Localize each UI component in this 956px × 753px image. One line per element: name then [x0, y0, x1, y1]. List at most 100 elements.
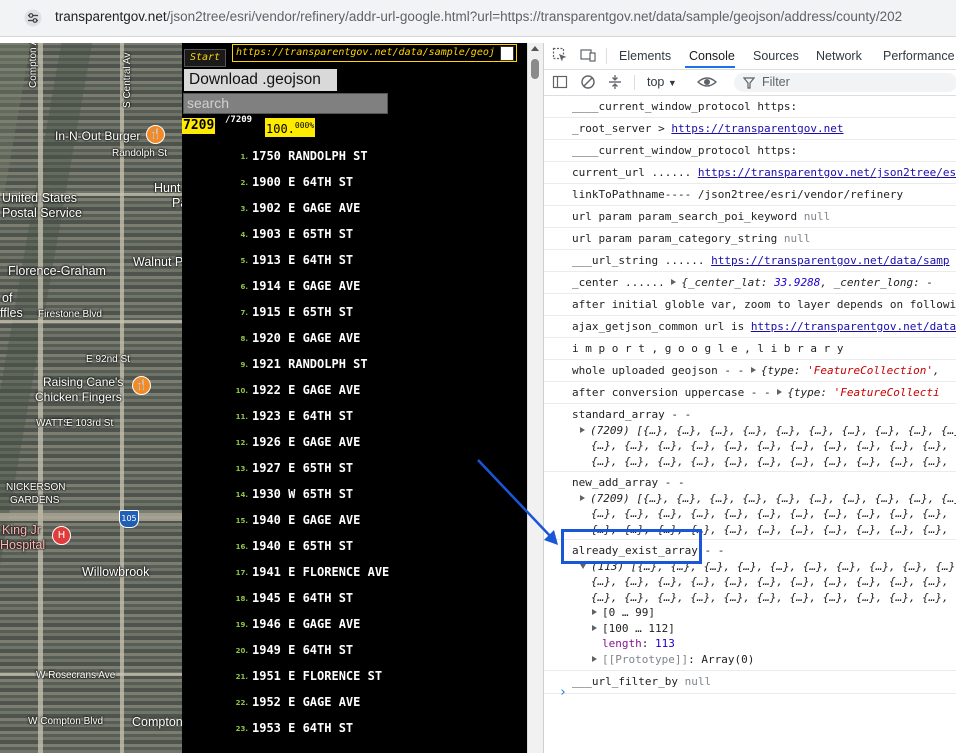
list-item[interactable]: 7. 1915 E 65TH ST	[182, 303, 527, 329]
list-item-address[interactable]: 1922 E GAGE AVE	[252, 383, 360, 397]
map-label: Hunt	[154, 181, 181, 195]
console-null: null	[803, 210, 831, 223]
list-item-address[interactable]: 1927 E 65TH ST	[252, 461, 353, 475]
expand-arrow-icon[interactable]	[592, 624, 597, 631]
scroll-up-icon[interactable]	[531, 46, 539, 51]
list-item-address[interactable]: 1945 E 64TH ST	[252, 591, 353, 605]
search-input[interactable]: search	[183, 93, 388, 114]
list-item-address[interactable]: 1915 E 65TH ST	[252, 305, 353, 319]
console-text: whole uploaded geojson - -	[572, 364, 751, 377]
tab-console[interactable]: Console	[689, 49, 735, 63]
hospital-pin-icon[interactable]: H	[52, 526, 71, 545]
list-item-address[interactable]: 1940 E 65TH ST	[252, 539, 353, 553]
list-item-address[interactable]: 1913 E 64TH ST	[252, 253, 353, 267]
page-scrollbar[interactable]	[527, 43, 543, 753]
download-geojson-button[interactable]: Download .geojson	[184, 69, 337, 91]
tab-sources[interactable]: Sources	[753, 49, 799, 63]
list-item[interactable]: 4. 1903 E 65TH ST	[182, 225, 527, 251]
eye-icon[interactable]	[697, 74, 717, 90]
expand-arrow-icon[interactable]	[750, 367, 756, 373]
console-text: after initial globle var, zoom to layer …	[572, 298, 956, 311]
list-item[interactable]: 21. 1951 E FLORENCE ST	[182, 667, 527, 693]
expand-arrow-icon[interactable]	[777, 389, 783, 395]
array-expand-toggle[interactable]: (7209) [{…}, {…}, {…}, {…}, {…}, {…}, {……	[572, 491, 956, 507]
console-text: after conversion uppercase - -	[572, 386, 778, 399]
restaurant-pin-icon[interactable]: 🍴	[146, 125, 165, 144]
expand-arrow-icon[interactable]	[592, 655, 597, 662]
expand-arrow-icon[interactable]	[580, 426, 585, 433]
url-text[interactable]: transparentgov.net/json2tree/esri/vendor…	[55, 9, 902, 24]
list-item[interactable]: 17. 1941 E FLORENCE AVE	[182, 563, 527, 589]
list-item-address[interactable]: 1940 E GAGE AVE	[252, 513, 360, 527]
list-item-address[interactable]: 1946 E GAGE AVE	[252, 617, 360, 631]
list-item-number: 9.	[240, 361, 248, 369]
list-item[interactable]: 1. 1750 RANDOLPH ST	[182, 147, 527, 173]
list-item[interactable]: 11. 1923 E 64TH ST	[182, 407, 527, 433]
expand-arrow-icon[interactable]	[580, 494, 585, 501]
create-live-expression-icon[interactable]	[607, 74, 623, 90]
collapse-arrow-icon[interactable]	[580, 563, 586, 569]
geojson-url-input[interactable]: https://transparentgov.net/data/sample/g…	[232, 44, 517, 62]
scroll-thumb[interactable]	[531, 59, 539, 79]
filter-icon	[743, 77, 755, 89]
list-item-address[interactable]: 1920 E GAGE AVE	[252, 331, 360, 345]
list-item-address[interactable]: 1902 E GAGE AVE	[252, 201, 360, 215]
console-link[interactable]: https://transparentgov.net/json2tree/esr	[698, 166, 956, 179]
list-item-address[interactable]: 1952 E GAGE AVE	[252, 695, 360, 709]
expand-arrow-icon[interactable]	[671, 279, 677, 285]
tab-network[interactable]: Network	[816, 49, 862, 63]
array-range-toggle[interactable]: [0 … 99]	[572, 605, 956, 621]
list-item[interactable]: 8. 1920 E GAGE AVE	[182, 329, 527, 355]
list-item-address[interactable]: 1926 E GAGE AVE	[252, 435, 360, 449]
device-toolbar-icon[interactable]	[580, 47, 596, 63]
list-item-number: 2.	[240, 179, 248, 187]
satellite-map[interactable]: Compton Av S Central Av Randolph St In-N…	[0, 43, 182, 753]
list-item-address[interactable]: 1923 E 64TH ST	[252, 409, 353, 423]
list-item[interactable]: 18. 1945 E 64TH ST	[182, 589, 527, 615]
list-item-address[interactable]: 1953 E 64TH ST	[252, 721, 353, 735]
context-selector[interactable]: top ▼	[647, 75, 677, 89]
sidebar-toggle-icon[interactable]	[552, 74, 568, 90]
list-item[interactable]: 10. 1922 E GAGE AVE	[182, 381, 527, 407]
list-item[interactable]: 6. 1914 E GAGE AVE	[182, 277, 527, 303]
list-item[interactable]: 3. 1902 E GAGE AVE	[182, 199, 527, 225]
prototype-toggle[interactable]: [[Prototype]]: Array(0)	[572, 652, 956, 668]
list-item-address[interactable]: 1949 E 64TH ST	[252, 643, 353, 657]
list-item[interactable]: 23. 1953 E 64TH ST	[182, 719, 527, 745]
list-item-address[interactable]: 1750 RANDOLPH ST	[252, 149, 368, 163]
list-item-address[interactable]: 1930 W 65TH ST	[252, 487, 353, 501]
array-expand-toggle[interactable]: (7209) [{…}, {…}, {…}, {…}, {…}, {…}, {……	[572, 423, 956, 439]
site-settings-icon[interactable]	[24, 9, 42, 27]
console-link[interactable]: https://transparentgov.net/data/samp	[711, 254, 949, 267]
clear-console-icon[interactable]	[580, 74, 596, 90]
list-item[interactable]: 9. 1921 RANDOLPH ST	[182, 355, 527, 381]
start-button[interactable]: Start	[184, 49, 226, 67]
list-item-address[interactable]: 1914 E GAGE AVE	[252, 279, 360, 293]
list-item[interactable]: 5. 1913 E 64TH ST	[182, 251, 527, 277]
list-item[interactable]: 22. 1952 E GAGE AVE	[182, 693, 527, 719]
resize-grip-icon[interactable]	[500, 46, 514, 61]
tab-performance[interactable]: Performance	[883, 49, 955, 63]
expand-arrow-icon[interactable]	[592, 609, 597, 615]
list-item-address[interactable]: 1900 E 64TH ST	[252, 175, 353, 189]
percent-value: 100.	[266, 122, 295, 136]
console-link[interactable]: https://transparentgov.net	[671, 122, 843, 135]
list-item-address[interactable]: 1903 E 65TH ST	[252, 227, 353, 241]
list-item-address[interactable]: 1921 RANDOLPH ST	[252, 357, 368, 371]
list-item-address[interactable]: 1951 E FLORENCE ST	[252, 669, 382, 683]
filter-input[interactable]: Filter	[734, 73, 956, 92]
address-bar[interactable]: transparentgov.net/json2tree/esri/vendor…	[0, 0, 956, 37]
list-item[interactable]: 19. 1946 E GAGE AVE	[182, 615, 527, 641]
restaurant-pin-icon[interactable]: 🍴	[132, 376, 151, 395]
array-range-toggle[interactable]: [100 … 112]	[572, 621, 956, 637]
object-preview: {type:	[787, 386, 834, 399]
map-label: Hospital	[0, 538, 46, 552]
inspect-element-icon[interactable]	[552, 47, 568, 63]
list-item[interactable]: 2. 1900 E 64TH ST	[182, 173, 527, 199]
list-item-address[interactable]: 1941 E FLORENCE AVE	[252, 565, 389, 579]
list-item[interactable]: 20. 1949 E 64TH ST	[182, 641, 527, 667]
console-link[interactable]: https://transparentgov.net/data	[751, 320, 956, 333]
console-prompt[interactable]: ›	[559, 685, 567, 700]
object-preview: {_center_lat:	[681, 276, 775, 289]
tab-elements[interactable]: Elements	[619, 49, 671, 63]
